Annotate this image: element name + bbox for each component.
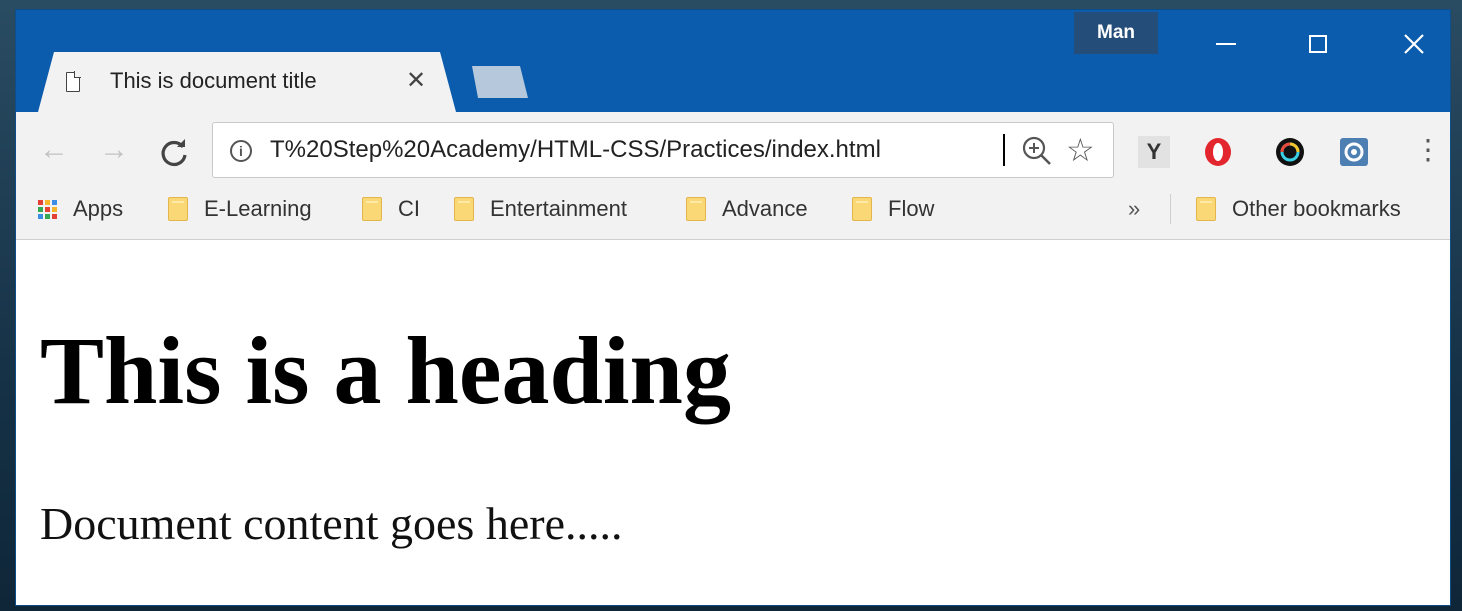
bookmark-label: E-Learning: [204, 196, 312, 221]
folder-icon: [454, 197, 474, 221]
url-text[interactable]: T%20Step%20Academy/HTML-CSS/Practices/in…: [270, 136, 881, 164]
back-button[interactable]: ←: [34, 130, 74, 170]
profile-button[interactable]: Man: [1074, 12, 1158, 54]
reload-button[interactable]: [154, 130, 194, 170]
close-icon: [1404, 34, 1424, 54]
page-icon: [66, 71, 81, 92]
bookmark-advance[interactable]: Advance: [686, 190, 808, 228]
bookmark-apps[interactable]: Apps: [38, 190, 123, 228]
folder-icon: [686, 197, 706, 221]
bookmark-star-icon[interactable]: ☆: [1066, 130, 1095, 170]
bookmark-label: Advance: [722, 196, 808, 221]
screenshot-extension-icon[interactable]: [1338, 136, 1370, 168]
page-paragraph: Document content goes here.....: [40, 498, 623, 549]
folder-icon: [168, 197, 188, 221]
apps-grid-icon: [38, 199, 57, 219]
zoom-icon[interactable]: [1020, 134, 1056, 170]
bookmark-label: Entertainment: [490, 196, 627, 221]
forward-button[interactable]: →: [94, 130, 134, 170]
color-picker-extension-icon[interactable]: [1274, 136, 1306, 168]
maximize-button[interactable]: [1286, 22, 1350, 62]
bookmark-label: Other bookmarks: [1232, 196, 1401, 221]
bookmark-e-learning[interactable]: E-Learning: [168, 190, 312, 228]
bookmarks-overflow-button[interactable]: »: [1128, 190, 1140, 228]
page-heading: This is a heading: [40, 317, 731, 424]
folder-icon: [1196, 197, 1216, 221]
folder-icon: [852, 197, 872, 221]
bookmark-label: Flow: [888, 196, 935, 221]
bookmark-flow[interactable]: Flow: [852, 190, 934, 228]
opera-extension-icon[interactable]: [1202, 136, 1234, 168]
reload-icon: [161, 138, 187, 166]
bookmark-label: Apps: [73, 196, 124, 221]
menu-icon[interactable]: ⋮: [1414, 130, 1442, 170]
bookmarks-divider: [1170, 194, 1171, 224]
maximize-icon: [1309, 35, 1327, 54]
text-caret: [1003, 134, 1005, 166]
minimize-button[interactable]: [1194, 22, 1258, 62]
y-extension-icon[interactable]: Y: [1138, 136, 1170, 168]
minimize-icon: [1216, 43, 1236, 46]
bookmark-other[interactable]: Other bookmarks: [1196, 190, 1401, 228]
bookmark-label: CI: [398, 196, 420, 221]
folder-icon: [362, 197, 382, 221]
bookmark-entertainment[interactable]: Entertainment: [454, 190, 627, 228]
tab-title: This is document title: [110, 68, 317, 93]
close-window-button[interactable]: [1382, 22, 1446, 62]
info-icon[interactable]: i: [230, 140, 252, 162]
bookmark-ci[interactable]: CI: [362, 190, 420, 228]
tab-close-icon[interactable]: ✕: [406, 68, 426, 94]
